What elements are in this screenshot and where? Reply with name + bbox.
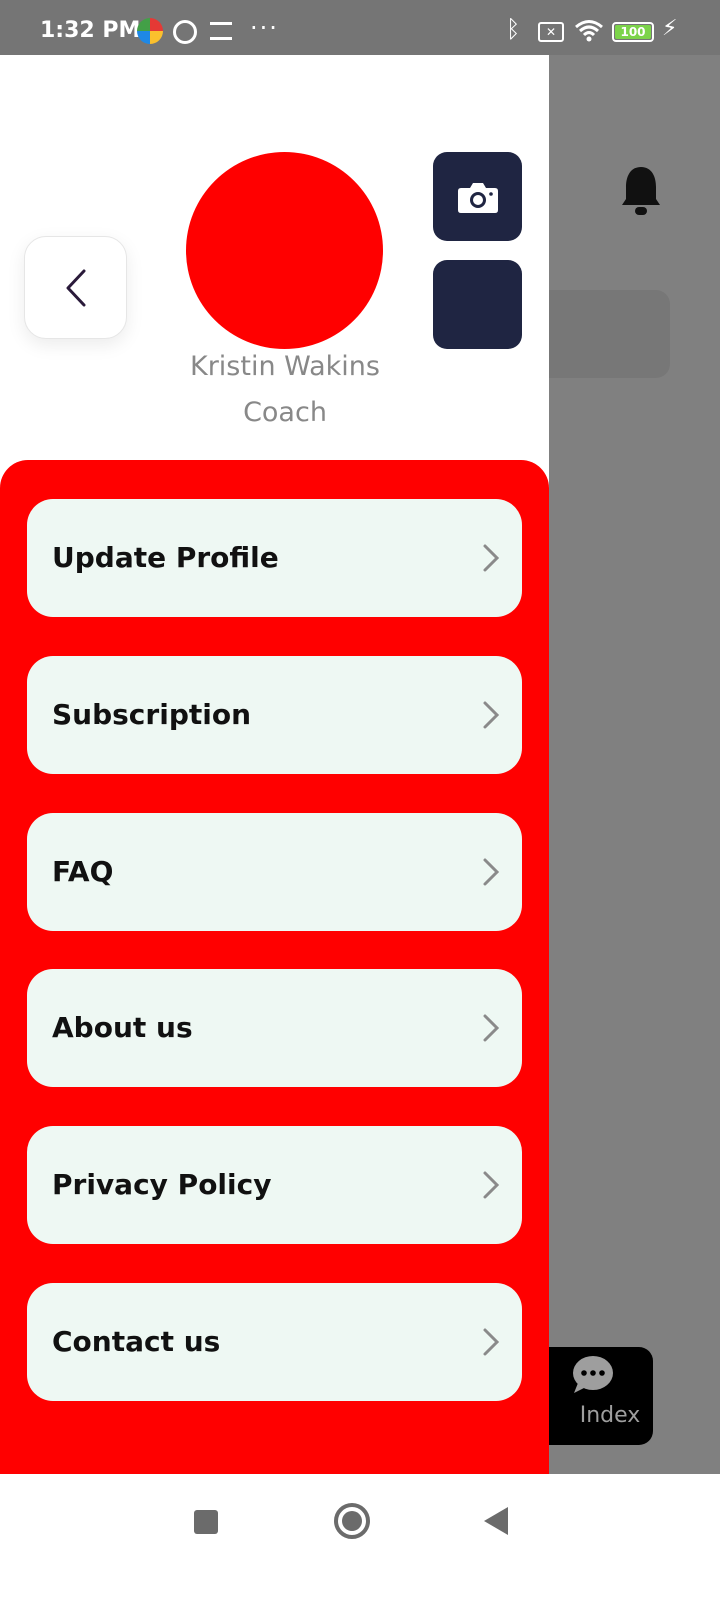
battery-icon: 100 — [612, 22, 654, 42]
app-notification-icon — [137, 18, 163, 44]
menu-item-faq[interactable]: FAQ — [27, 813, 522, 931]
bell-icon[interactable] — [620, 165, 662, 217]
menu-item-label: About us — [52, 1011, 193, 1044]
background-screen[interactable] — [549, 55, 720, 1474]
camera-icon — [457, 182, 498, 213]
avatar — [186, 152, 383, 349]
menu-item-subscription[interactable]: Subscription — [27, 656, 522, 774]
menu-item-label: Subscription — [52, 698, 252, 731]
chevron-right-icon — [483, 1171, 500, 1199]
layers-icon — [210, 22, 232, 40]
battery-level: 100 — [615, 25, 651, 39]
menu-item-contact-us[interactable]: Contact us — [27, 1283, 522, 1401]
chevron-left-icon — [66, 269, 85, 306]
nav-label-index: Index — [579, 1403, 641, 1428]
status-time: 1:32 PM — [40, 18, 141, 43]
menu-item-label: Contact us — [52, 1325, 221, 1358]
menu-item-privacy-policy[interactable]: Privacy Policy — [27, 1126, 522, 1244]
menu-item-label: Privacy Policy — [52, 1168, 272, 1201]
recent-apps-button[interactable] — [194, 1510, 218, 1534]
user-name: Kristin Wakins — [190, 351, 380, 382]
user-role: Coach — [243, 397, 327, 428]
more-notifications-icon: ··· — [250, 14, 279, 42]
menu-item-label: Update Profile — [52, 541, 279, 574]
wifi-icon — [575, 20, 603, 42]
chevron-right-icon — [483, 1328, 500, 1356]
menu-item-label: FAQ — [52, 855, 114, 888]
system-back-button[interactable] — [484, 1507, 508, 1535]
menu-item-update-profile[interactable]: Update Profile — [27, 499, 522, 617]
status-bar: 1:32 PM ··· ᛒ ✕ 100 ⚡ — [0, 0, 720, 55]
bluetooth-icon: ᛒ — [506, 15, 521, 43]
chevron-right-icon — [483, 544, 500, 572]
chevron-right-icon — [483, 701, 500, 729]
menu-item-about-us[interactable]: About us — [27, 969, 522, 1087]
at-sign-icon — [173, 20, 197, 44]
background-card — [549, 290, 670, 378]
secondary-action-button[interactable] — [433, 260, 522, 349]
charging-icon: ⚡ — [662, 16, 678, 41]
no-sim-icon: ✕ — [538, 22, 564, 42]
chat-icon — [573, 1356, 613, 1393]
home-icon — [342, 1511, 362, 1531]
change-photo-button[interactable] — [433, 152, 522, 241]
back-button[interactable] — [24, 236, 127, 339]
chevron-right-icon — [483, 1014, 500, 1042]
chevron-right-icon — [483, 858, 500, 886]
